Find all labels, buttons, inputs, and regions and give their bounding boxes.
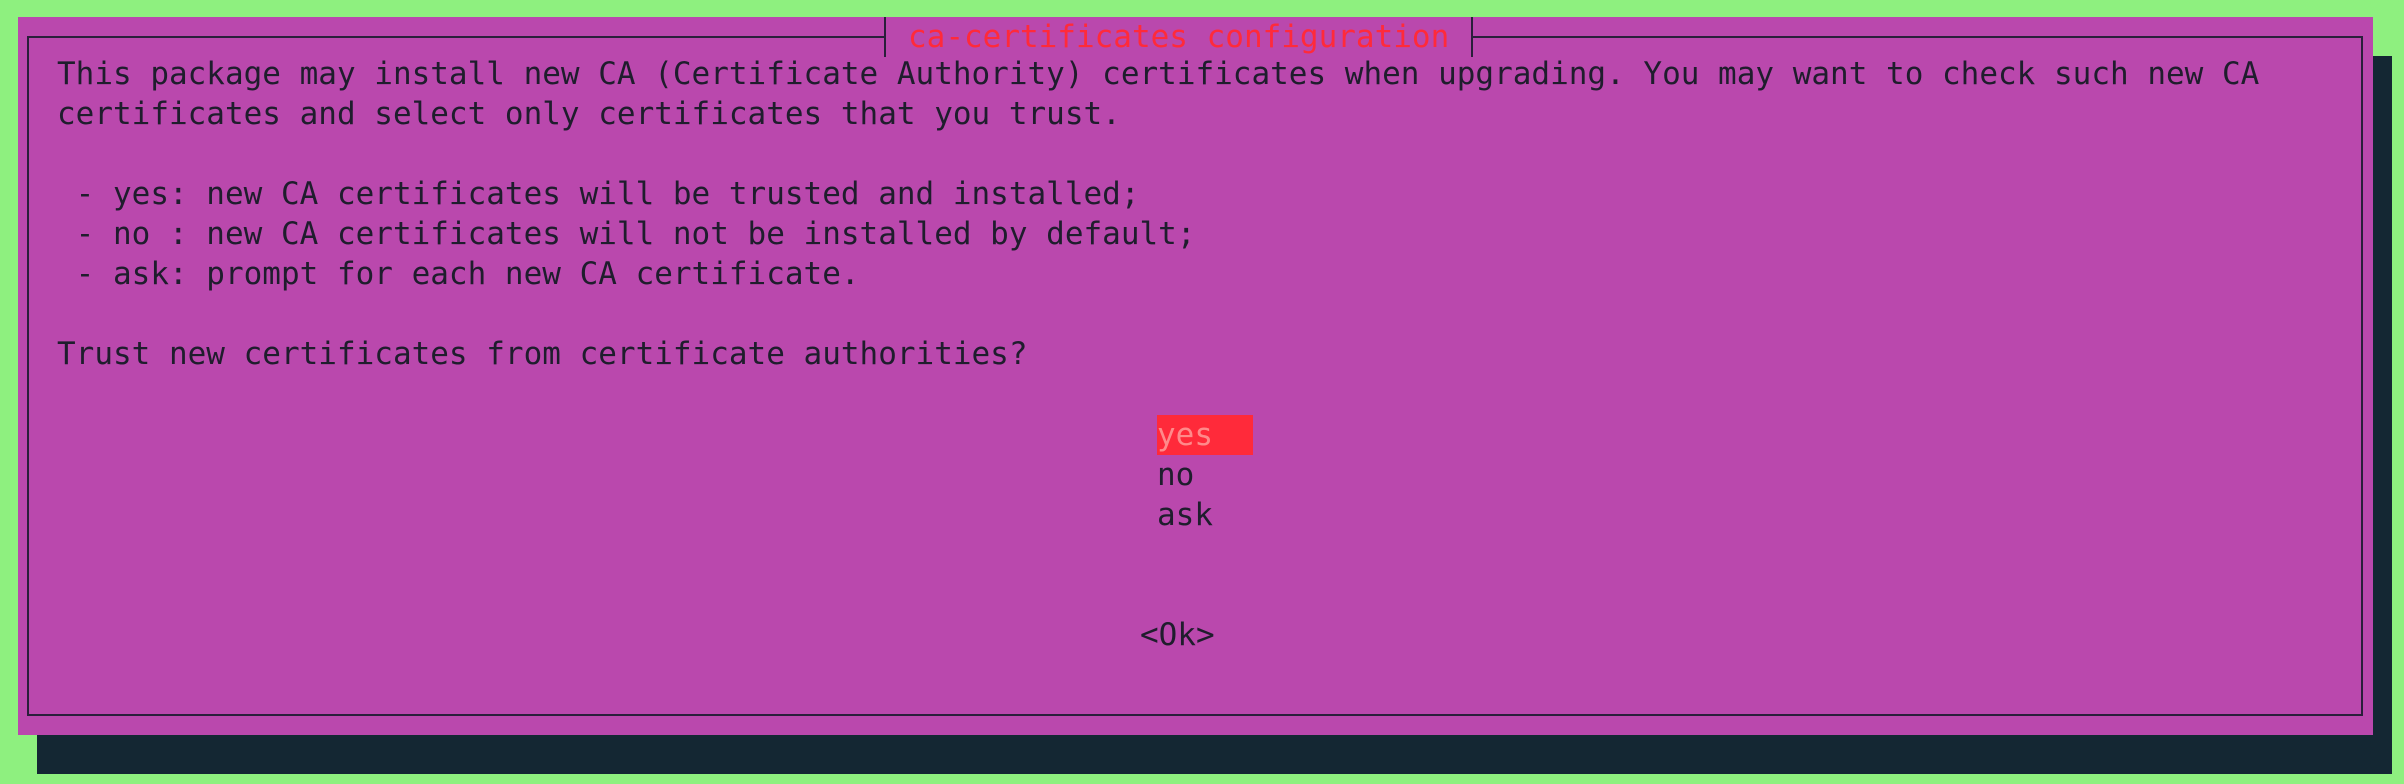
- dialog-window: ca-certificates configuration This packa…: [18, 17, 2373, 735]
- option-no-description: - no : new CA certificates will not be i…: [57, 216, 1196, 252]
- choice-no[interactable]: no: [1157, 455, 1194, 495]
- question-text: Trust new certificates from certificate …: [57, 336, 1028, 372]
- choice-ask[interactable]: ask: [1157, 495, 1213, 535]
- description-line-1: This package may install new CA (Certifi…: [57, 56, 2260, 92]
- choice-yes[interactable]: yes: [1157, 415, 1253, 455]
- description-line-2: certificates and select only certificate…: [57, 96, 1121, 132]
- option-yes-description: - yes: new CA certificates will be trust…: [57, 176, 1140, 212]
- dialog-frame: [27, 36, 2363, 716]
- ok-button[interactable]: <Ok>: [1140, 615, 1215, 655]
- option-ask-description: - ask: prompt for each new CA certificat…: [57, 256, 860, 292]
- dialog-title: ca-certificates configuration: [884, 17, 1474, 57]
